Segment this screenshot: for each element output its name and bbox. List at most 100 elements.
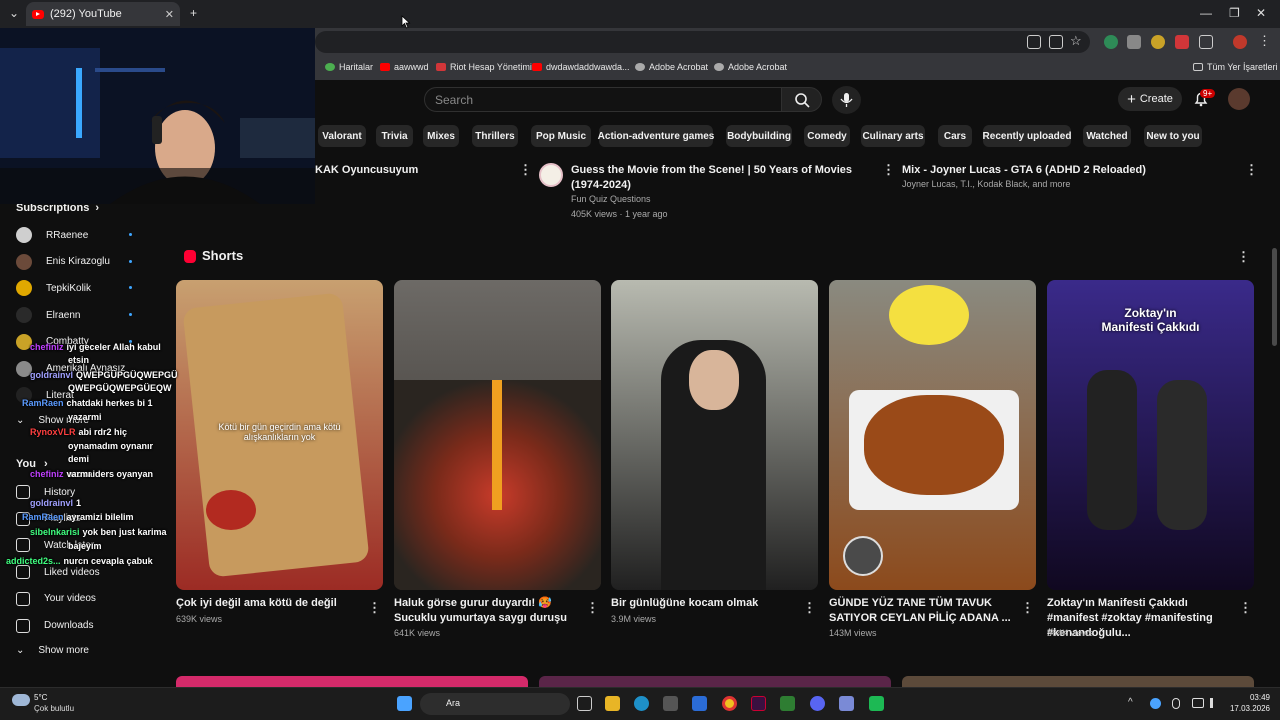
cast-icon[interactable]	[1049, 35, 1063, 49]
filter-chip[interactable]: Mixes	[423, 125, 459, 147]
filter-chip[interactable]: Culinary arts	[861, 125, 925, 147]
extension-icon[interactable]	[1151, 35, 1165, 49]
windows-start-icon[interactable]	[397, 696, 412, 711]
video-title[interactable]: Guess the Movie from the Scene! | 50 Yea…	[571, 163, 871, 193]
video-title[interactable]: Mix - Joyner Lucas - GTA 6 (ADHD 2 Reloa…	[902, 163, 1146, 178]
network-icon[interactable]	[1192, 698, 1204, 708]
weather-temp[interactable]: 5°C	[34, 693, 47, 702]
weather-desc[interactable]: Çok bulutlu	[34, 704, 74, 713]
omnibox[interactable]	[315, 31, 1090, 53]
weather-cloud-icon[interactable]	[12, 694, 30, 706]
shorts-more-options-icon[interactable]: ⋮	[1237, 249, 1250, 265]
filter-chip[interactable]: New to you	[1144, 125, 1202, 147]
more-options-icon[interactable]: ⋮	[882, 162, 895, 178]
tray-overflow-icon[interactable]: ^	[1128, 697, 1133, 708]
extension-icon[interactable]	[1127, 35, 1141, 49]
store-icon[interactable]	[663, 696, 678, 711]
voice-search-button[interactable]	[832, 86, 861, 114]
tray-app-icon[interactable]	[1150, 698, 1161, 709]
video-thumbnail[interactable]	[539, 676, 891, 687]
short-thumbnail[interactable]	[611, 280, 818, 590]
app-icon[interactable]	[869, 696, 884, 711]
browser-tab[interactable]: (292) YouTube ✕	[26, 2, 180, 26]
taskbar-search[interactable]: Ara	[420, 693, 570, 715]
task-view-icon[interactable]	[577, 696, 592, 711]
bookmark-item[interactable]: Adobe Acrobat	[714, 62, 787, 72]
short-title[interactable]: Haluk görse gurur duyardı! 🥵 Sucuklu yum…	[394, 596, 584, 626]
discord-icon[interactable]	[810, 696, 825, 711]
video-thumbnail[interactable]	[902, 676, 1254, 687]
more-options-icon[interactable]: ⋮	[519, 162, 532, 178]
more-options-icon[interactable]: ⋮	[1021, 600, 1034, 616]
bookmark-item[interactable]: Haritalar	[325, 62, 373, 72]
short-title[interactable]: GÜNDE YÜZ TANE TÜM TAVUK SATIYOR CEYLAN …	[829, 596, 1019, 626]
subscription-item[interactable]: Elraenn	[16, 307, 80, 324]
more-options-icon[interactable]: ⋮	[803, 600, 816, 616]
app-icon[interactable]	[839, 696, 854, 711]
short-thumbnail[interactable]: Zoktay'ın Manifesti Çakkıdı	[1047, 280, 1254, 590]
bookmark-item[interactable]: Adobe Acrobat	[635, 62, 708, 72]
extensions-puzzle-icon[interactable]	[1199, 35, 1213, 49]
more-options-icon[interactable]: ⋮	[586, 600, 599, 616]
show-more-you[interactable]: ⌄ Show more	[16, 645, 89, 656]
extension-icon[interactable]	[1175, 35, 1189, 49]
filter-chip[interactable]: Trivia	[376, 125, 413, 147]
profile-icon[interactable]	[1233, 35, 1247, 49]
filter-chip[interactable]: Action-adventure games	[598, 125, 714, 147]
subscription-item[interactable]: RRaenee	[16, 227, 88, 243]
short-title[interactable]: Çok iyi değil ama kötü de değil	[176, 596, 366, 611]
search-button[interactable]	[781, 87, 822, 112]
more-options-icon[interactable]: ⋮	[368, 600, 381, 616]
channel-avatar[interactable]	[539, 163, 563, 187]
channel-name[interactable]: Fun Quiz Questions	[571, 192, 651, 207]
more-options-icon[interactable]: ⋮	[1239, 600, 1252, 616]
maximize-icon[interactable]: ❐	[1229, 6, 1240, 20]
tab-close-icon[interactable]: ✕	[165, 8, 174, 21]
translate-icon[interactable]	[1027, 35, 1041, 49]
filter-chip[interactable]: Watched	[1083, 125, 1131, 147]
chrome-icon[interactable]	[722, 696, 737, 711]
video-title[interactable]: KAK Oyuncusuyum	[315, 163, 418, 178]
filter-chip[interactable]: Bodybuilding	[726, 125, 792, 147]
short-thumbnail[interactable]	[394, 280, 601, 590]
filter-chip[interactable]: Comedy	[804, 125, 850, 147]
browser-menu-icon[interactable]: ⋮	[1258, 33, 1272, 48]
app-icon[interactable]	[751, 696, 766, 711]
volume-icon[interactable]	[1210, 698, 1220, 708]
file-explorer-icon[interactable]	[605, 696, 620, 711]
filter-chip[interactable]: Thrillers	[472, 125, 518, 147]
short-title[interactable]: Bir günlüğüne kocam olmak	[611, 596, 801, 611]
bookmark-star-icon[interactable]: ☆	[1070, 33, 1084, 48]
window-close-icon[interactable]: ✕	[1256, 6, 1266, 20]
channel-name[interactable]: Joyner Lucas, T.I., Kodak Black, and mor…	[902, 177, 1070, 192]
mail-icon[interactable]	[692, 696, 707, 711]
minimize-icon[interactable]: —	[1200, 6, 1212, 20]
video-thumbnail[interactable]	[176, 676, 528, 687]
clock-date[interactable]: 17.03.2026	[1226, 704, 1270, 713]
filter-chip[interactable]: Pop Music	[531, 125, 591, 147]
bookmark-item[interactable]: dwdawdaddwawda...	[532, 62, 630, 72]
clock-time[interactable]: 03:49	[1230, 693, 1270, 702]
subscription-item[interactable]: TepkiKolik	[16, 280, 91, 297]
user-avatar[interactable]	[1228, 88, 1250, 110]
subscription-item[interactable]: Enis Kirazoglu	[16, 253, 110, 270]
short-thumbnail[interactable]: Kötü bir gün geçirdin ama kötü alışkanlı…	[176, 280, 383, 590]
new-tab-icon[interactable]: +	[190, 6, 197, 20]
sidebar-item-your-videos[interactable]: Your videos	[16, 591, 96, 606]
create-button[interactable]: + Create	[1118, 87, 1182, 111]
short-thumbnail[interactable]	[829, 280, 1036, 590]
tab-list-icon[interactable]: ⌄	[9, 6, 19, 20]
more-options-icon[interactable]: ⋮	[1245, 162, 1258, 178]
filter-chip[interactable]: Cars	[938, 125, 972, 147]
app-icon[interactable]	[780, 696, 795, 711]
search-input[interactable]: Search	[424, 87, 782, 112]
edge-icon[interactable]	[634, 696, 649, 711]
sidebar-item-downloads[interactable]: Downloads	[16, 618, 93, 633]
bookmark-item[interactable]: aawwwd	[380, 62, 429, 72]
page-scrollbar[interactable]	[1272, 248, 1277, 346]
all-bookmarks[interactable]: Tüm Yer İşaretleri	[1193, 62, 1278, 72]
bookmark-item[interactable]: Riot Hesap Yönetimi	[436, 62, 532, 72]
filter-chip[interactable]: Valorant	[318, 125, 366, 147]
extension-icon[interactable]	[1104, 35, 1118, 49]
tray-microphone-icon[interactable]	[1172, 698, 1180, 709]
